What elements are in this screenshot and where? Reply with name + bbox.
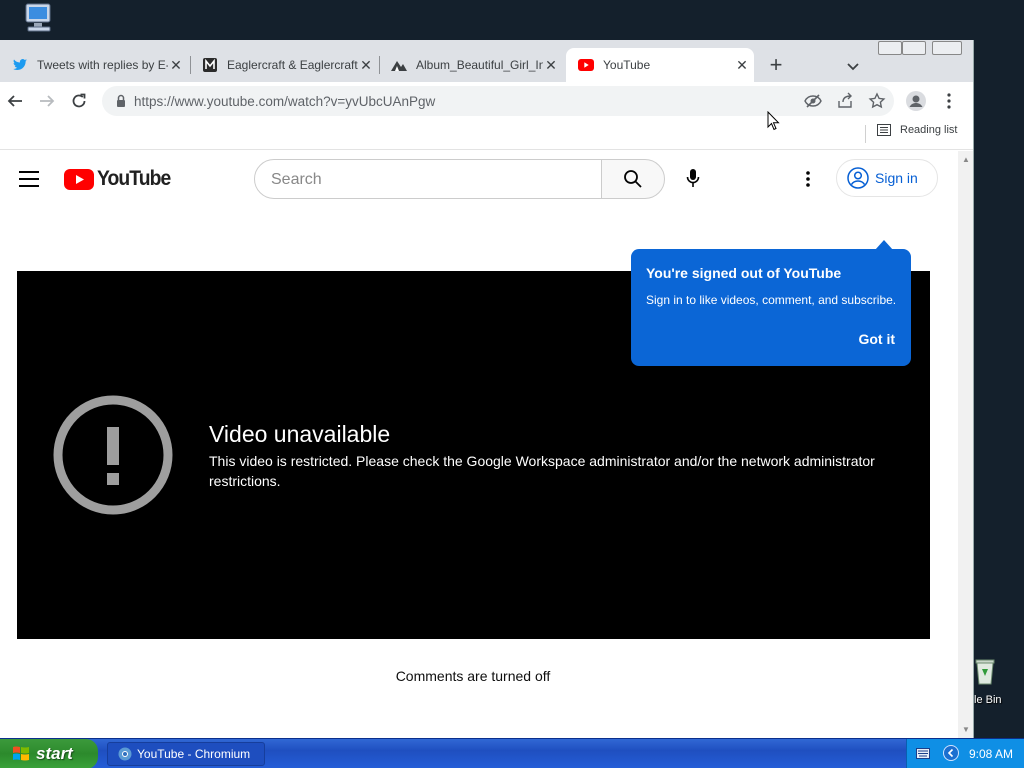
bookmarks-separator — [865, 125, 866, 143]
tab-title: Album_Beautiful_Girl_In_ — [416, 58, 543, 72]
search-icon — [624, 170, 642, 188]
clock: 9:08 AM — [969, 747, 1014, 761]
taskbar-chromium-label: YouTube - Chromium — [137, 747, 251, 761]
tray-expand-icon[interactable] — [943, 745, 959, 761]
windows-logo-icon — [12, 745, 30, 763]
reload-button[interactable] — [67, 90, 91, 112]
sign-in-label: Sign in — [875, 170, 918, 186]
tooltip-body: Sign in to like videos, comment, and sub… — [646, 293, 897, 307]
my-computer-icon[interactable] — [22, 2, 56, 34]
youtube-logo[interactable]: YouTube — [64, 167, 177, 191]
sign-in-button[interactable]: Sign in — [836, 159, 938, 197]
twitter-icon — [12, 57, 28, 73]
search-input[interactable]: Search — [254, 159, 602, 199]
scroll-down-arrow-icon[interactable]: ▼ — [962, 725, 970, 734]
guide-menu-icon[interactable] — [19, 171, 39, 187]
restore-button[interactable] — [902, 41, 926, 55]
tab-close-icon[interactable]: ✕ — [543, 57, 559, 73]
signed-out-tooltip: You're signed out of YouTube Sign in to … — [631, 240, 911, 366]
youtube-icon — [578, 57, 594, 73]
browser-window: Tweets with replies by E-C ✕ Eaglercraft… — [0, 40, 974, 738]
account-circle-icon — [847, 167, 869, 189]
got-it-button[interactable]: Got it — [858, 331, 895, 347]
back-button[interactable] — [3, 90, 27, 112]
search-button[interactable] — [601, 159, 665, 199]
tab-close-icon[interactable]: ✕ — [734, 57, 750, 73]
keyboard-icon[interactable] — [916, 748, 930, 759]
tab-title: Eaglercraft & EaglercraftX — [227, 58, 358, 72]
taskbar: start YouTube - Chromium 9:08 AM — [0, 738, 1024, 768]
mouse-cursor-icon — [767, 111, 780, 131]
voice-search-button[interactable] — [678, 163, 708, 193]
start-button[interactable]: start — [0, 739, 98, 768]
reading-list-button[interactable]: Reading list — [877, 124, 957, 136]
reading-list-label: Reading list — [900, 124, 958, 136]
tab-title: Tweets with replies by E-C — [37, 58, 168, 72]
taskbar-chromium-button[interactable]: YouTube - Chromium — [107, 742, 265, 766]
profile-avatar-icon[interactable] — [904, 90, 928, 112]
microphone-icon — [686, 169, 700, 187]
recycle-bin-icon — [974, 657, 996, 685]
tab-title: YouTube — [603, 58, 651, 72]
tooltip-title: You're signed out of YouTube — [646, 265, 842, 281]
star-icon[interactable] — [868, 92, 886, 110]
browser-menu-icon[interactable] — [937, 90, 961, 112]
tab-youtube[interactable]: YouTube ✕ — [566, 48, 754, 82]
tab-search-chevron-icon[interactable] — [843, 56, 863, 76]
youtube-play-logo-icon — [64, 168, 94, 190]
eye-slash-icon[interactable] — [804, 92, 822, 110]
share-icon[interactable] — [836, 92, 854, 110]
chromium-icon — [118, 747, 132, 761]
close-window-button[interactable] — [932, 41, 962, 55]
youtube-logo-text: YouTube — [97, 167, 171, 190]
tab-close-icon[interactable]: ✕ — [168, 57, 184, 73]
recycle-bin-label: le Bin — [974, 694, 1002, 706]
browser-toolbar: https://www.youtube.com/watch?v=yvUbcUAn… — [0, 82, 973, 120]
tab-strip: Tweets with replies by E-C ✕ Eaglercraft… — [0, 40, 973, 82]
scroll-up-arrow-icon[interactable]: ▲ — [962, 155, 970, 164]
exclamation-circle-icon — [53, 395, 173, 515]
forward-button[interactable] — [35, 90, 59, 112]
m-letter-icon — [202, 57, 218, 73]
search-placeholder: Search — [271, 171, 322, 188]
tab-eaglercraft[interactable]: Eaglercraft & EaglercraftX ✕ — [190, 48, 378, 82]
tab-album[interactable]: Album_Beautiful_Girl_In_ ✕ — [379, 48, 563, 82]
system-tray: 9:08 AM — [906, 739, 1024, 768]
mountain-icon — [391, 57, 407, 73]
bookmarks-bar: Reading list — [0, 120, 973, 150]
page-scrollbar[interactable]: ▲ ▼ — [958, 151, 973, 738]
error-message: This video is restricted. Please check t… — [209, 453, 875, 489]
url-text: https://www.youtube.com/watch?v=yvUbcUAn… — [134, 94, 436, 109]
settings-menu-icon[interactable] — [796, 165, 820, 193]
start-label: start — [36, 744, 73, 763]
youtube-page: YouTube Search Sign in Video unavailable… — [0, 151, 958, 738]
lock-icon[interactable] — [112, 92, 130, 110]
error-title: Video unavailable — [209, 421, 391, 447]
reading-list-icon — [877, 124, 891, 136]
tab-close-icon[interactable]: ✕ — [358, 57, 374, 73]
comments-status: Comments are turned off — [395, 668, 551, 684]
new-tab-button[interactable]: + — [764, 54, 788, 78]
tab-twitter[interactable]: Tweets with replies by E-C ✕ — [0, 48, 188, 82]
minimize-button[interactable] — [878, 41, 902, 55]
